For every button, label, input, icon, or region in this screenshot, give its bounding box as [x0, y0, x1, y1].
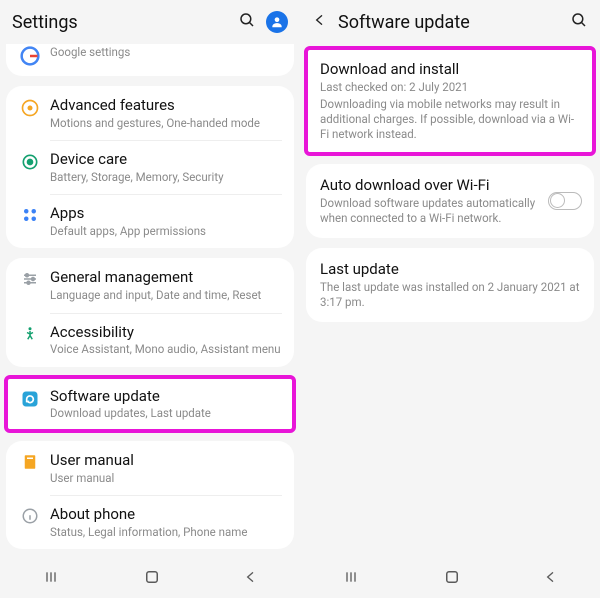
settings-item-title: About phone — [50, 505, 282, 524]
google-icon — [16, 46, 44, 66]
download-install-card: Download and install Last checked on: 2 … — [306, 48, 594, 154]
search-icon[interactable] — [570, 11, 588, 33]
nav-recents[interactable] — [341, 569, 361, 589]
settings-item-title: Advanced features — [50, 96, 282, 115]
software-update-list: Download and install Last checked on: 2 … — [300, 44, 600, 560]
settings-item-software-update[interactable]: Software update Download updates, Last u… — [6, 377, 294, 431]
item-sub: The last update was installed on 2 Janua… — [320, 280, 580, 310]
settings-card: User manual User manual About phone Stat… — [6, 441, 294, 549]
settings-item-sub: Voice Assistant, Mono audio, Assistant m… — [50, 342, 282, 356]
last-update[interactable]: Last update The last update was installe… — [306, 248, 594, 322]
settings-list: Google settings Advanced features Motion… — [0, 44, 300, 560]
settings-item-title: Accessibility — [50, 323, 282, 342]
auto-download-card: Auto download over Wi-Fi Download softwa… — [306, 164, 594, 238]
item-sub-line2: Downloading via mobile networks may resu… — [320, 97, 580, 142]
settings-title: Settings — [12, 12, 228, 33]
settings-item-sub: Default apps, App permissions — [50, 224, 282, 238]
search-icon[interactable] — [238, 11, 256, 33]
settings-card-google: Google settings — [6, 44, 294, 76]
settings-item-title: Apps — [50, 204, 282, 223]
nav-home[interactable] — [443, 568, 461, 590]
settings-pane: Settings Google settings — [0, 0, 300, 598]
settings-item-google[interactable]: Google settings — [6, 44, 294, 76]
general-management-icon — [16, 270, 44, 288]
item-title: Last update — [320, 260, 580, 278]
profile-avatar[interactable] — [266, 11, 288, 33]
settings-card: General management Language and input, D… — [6, 258, 294, 366]
settings-item-general-management[interactable]: General management Language and input, D… — [6, 258, 294, 312]
settings-item-sub: Download updates, Last update — [50, 406, 282, 420]
nav-home[interactable] — [143, 568, 161, 590]
item-title: Download and install — [320, 60, 580, 78]
settings-item-title: User manual — [50, 451, 282, 470]
software-update-title: Software update — [338, 12, 560, 33]
settings-item-device-care[interactable]: Device care Battery, Storage, Memory, Se… — [6, 140, 294, 194]
settings-header: Settings — [0, 0, 300, 44]
settings-item-title: General management — [50, 268, 282, 287]
item-sub-line1: Last checked on: 2 July 2021 — [320, 80, 580, 95]
nav-back[interactable] — [243, 569, 259, 589]
settings-item-sub: Motions and gestures, One-handed mode — [50, 116, 282, 130]
auto-download-toggle[interactable] — [548, 192, 582, 210]
settings-card: Advanced features Motions and gestures, … — [6, 86, 294, 248]
software-update-icon — [16, 389, 44, 409]
advanced-features-icon — [16, 98, 44, 118]
nav-bar — [0, 560, 300, 598]
accessibility-icon — [16, 325, 44, 343]
user-manual-icon — [16, 453, 44, 471]
auto-download-over-wifi[interactable]: Auto download over Wi-Fi Download softwa… — [306, 164, 594, 238]
last-update-card: Last update The last update was installe… — [306, 248, 594, 322]
nav-back[interactable] — [543, 569, 559, 589]
settings-item-title: Software update — [50, 387, 282, 406]
nav-recents[interactable] — [41, 569, 61, 589]
settings-item-user-manual[interactable]: User manual User manual — [6, 441, 294, 495]
software-update-header: Software update — [300, 0, 600, 44]
item-sub: Download software updates automatically … — [320, 196, 540, 226]
nav-bar — [300, 560, 600, 598]
settings-item-accessibility[interactable]: Accessibility Voice Assistant, Mono audi… — [6, 313, 294, 367]
about-phone-icon — [16, 507, 44, 525]
settings-item-advanced-features[interactable]: Advanced features Motions and gestures, … — [6, 86, 294, 140]
settings-card-software-update: Software update Download updates, Last u… — [6, 377, 294, 431]
settings-item-sub: Language and input, Date and time, Reset — [50, 288, 282, 302]
settings-item-apps[interactable]: Apps Default apps, App permissions — [6, 194, 294, 248]
item-title: Auto download over Wi-Fi — [320, 176, 540, 194]
settings-item-sub: Google settings — [50, 45, 282, 59]
apps-icon — [16, 206, 44, 224]
settings-item-title: Device care — [50, 150, 282, 169]
settings-item-sub: User manual — [50, 471, 282, 485]
software-update-pane: Software update Download and install Las… — [300, 0, 600, 598]
settings-item-about-phone[interactable]: About phone Status, Legal information, P… — [6, 495, 294, 549]
back-icon[interactable] — [312, 12, 328, 32]
download-and-install[interactable]: Download and install Last checked on: 2 … — [306, 48, 594, 154]
settings-item-sub: Battery, Storage, Memory, Security — [50, 170, 282, 184]
settings-item-sub: Status, Legal information, Phone name — [50, 525, 282, 539]
device-care-icon — [16, 152, 44, 172]
